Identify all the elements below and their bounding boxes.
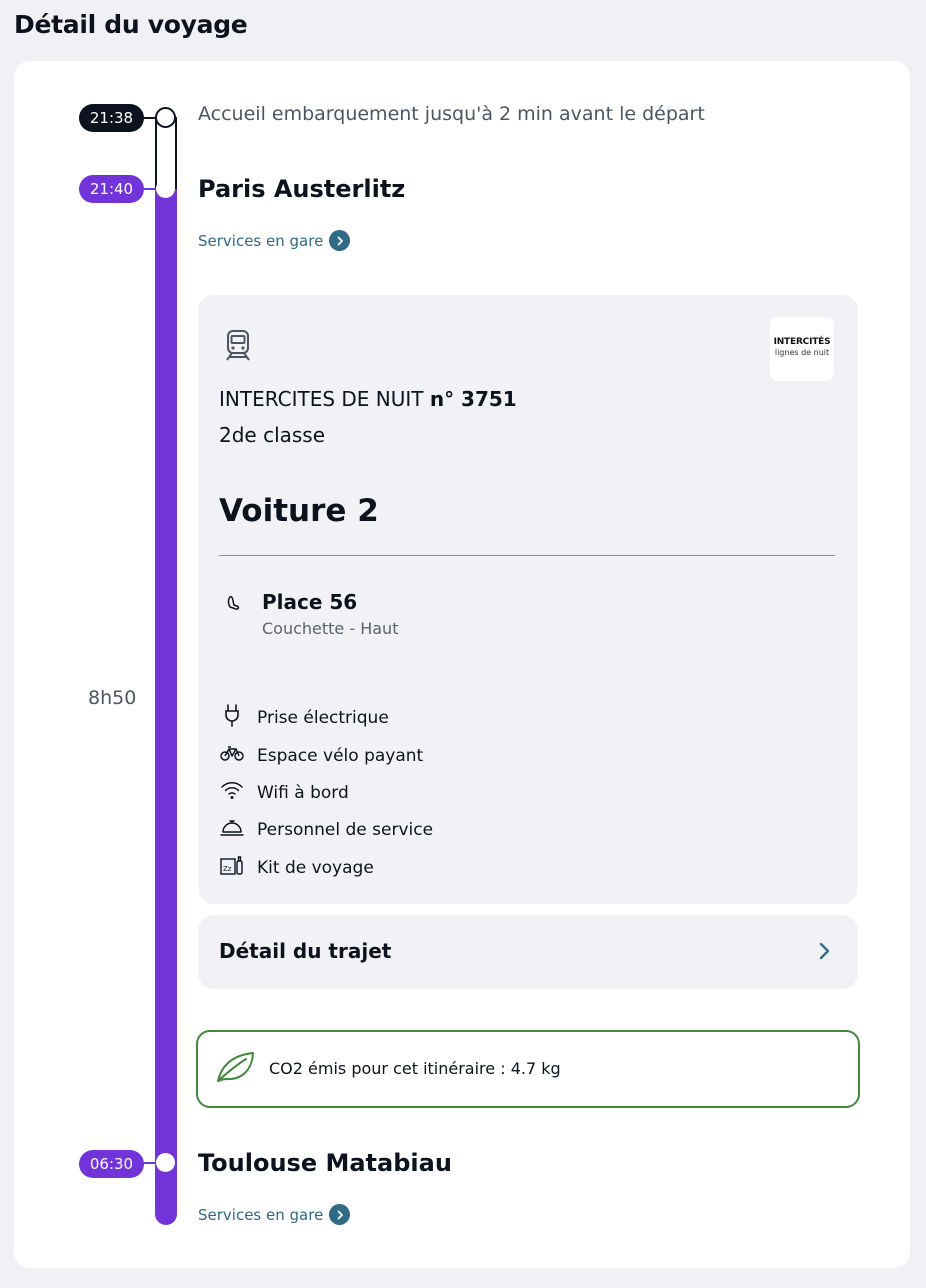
page-title: Détail du voyage [14, 10, 248, 39]
logo-sub-text: lignes de nuit [774, 348, 830, 357]
departure-station: Paris Austerlitz [198, 175, 406, 203]
wifi-icon [219, 777, 245, 808]
train-info-panel: INTERCITÉS lignes de nuit INTERCITES DE … [198, 295, 858, 904]
timeline-dot-boarding [155, 107, 176, 128]
amenity-item: Wifi à bord [219, 777, 349, 808]
arrival-time-badge: 06:30 [79, 1150, 144, 1178]
boarding-time-badge: 21:38 [79, 104, 144, 132]
services-link-label: Services en gare [198, 231, 324, 250]
arrival-station: Toulouse Matabiau [198, 1149, 452, 1177]
train-number: n° 3751 [429, 387, 517, 411]
bike-icon [219, 740, 245, 771]
timeline-travel-segment [155, 189, 177, 1225]
departure-time-badge: 21:40 [79, 175, 144, 203]
plug-icon [219, 702, 245, 733]
amenity-label: Kit de voyage [257, 857, 374, 878]
amenity-label: Prise électrique [257, 707, 389, 728]
operator-logo: INTERCITÉS lignes de nuit [770, 317, 834, 381]
timeline-dot-departure [156, 179, 175, 198]
trip-detail-button[interactable]: Détail du trajet [198, 915, 858, 989]
amenity-item: Zz Kit de voyage [219, 852, 374, 883]
amenity-label: Personnel de service [257, 819, 434, 840]
services-link-label: Services en gare [198, 1205, 324, 1224]
travel-class: 2de classe [219, 423, 326, 447]
train-type: INTERCITES DE NUIT [219, 387, 424, 411]
seat-type: Couchette - Haut [262, 619, 399, 638]
amenity-item: Espace vélo payant [219, 740, 423, 771]
leaf-icon [214, 1050, 256, 1088]
train-icon [224, 329, 252, 367]
departure-services-link[interactable]: Services en gare [198, 230, 351, 251]
train-name: INTERCITES DE NUIT n° 3751 [219, 387, 517, 411]
chevron-right-icon [818, 942, 830, 964]
seat-number: Place 56 [262, 590, 358, 614]
logo-main-text: INTERCITÉS [773, 337, 831, 347]
svg-text:Zz: Zz [223, 865, 232, 873]
travel-kit-icon: Zz [219, 852, 245, 883]
trip-duration: 8h50 [88, 687, 137, 709]
trip-detail-label: Détail du trajet [219, 939, 392, 963]
coach-number: Voiture 2 [219, 493, 379, 529]
chevron-right-icon [329, 1204, 351, 1225]
seat-icon [226, 595, 242, 617]
co2-text: CO2 émis pour cet itinéraire : 4.7 kg [269, 1059, 561, 1078]
co2-emission-box: CO2 émis pour cet itinéraire : 4.7 kg [196, 1030, 860, 1108]
amenity-label: Espace vélo payant [257, 745, 424, 766]
amenity-item: Personnel de service [219, 814, 433, 845]
divider [219, 555, 835, 556]
amenity-item: Prise électrique [219, 702, 389, 733]
chevron-right-icon [329, 230, 351, 251]
service-bell-icon [219, 814, 245, 845]
timeline-dot-arrival [156, 1153, 175, 1172]
boarding-info: Accueil embarquement jusqu'à 2 min avant… [198, 103, 705, 125]
journey-card: 21:38 Accueil embarquement jusqu'à 2 min… [14, 61, 910, 1268]
amenity-label: Wifi à bord [257, 782, 349, 803]
arrival-services-link[interactable]: Services en gare [198, 1204, 351, 1225]
